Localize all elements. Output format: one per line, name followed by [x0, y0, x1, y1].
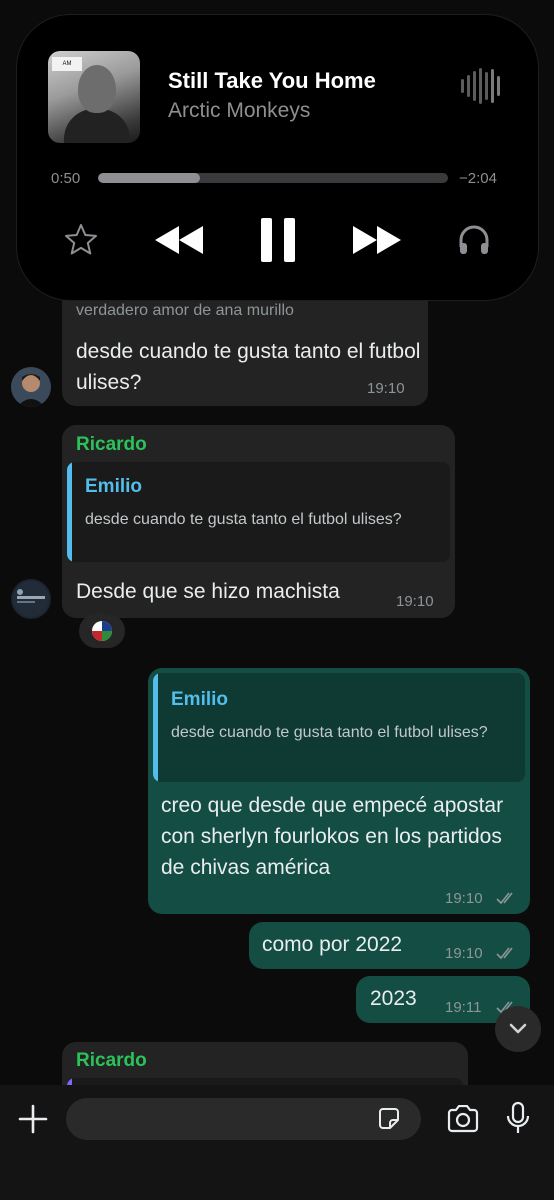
audio-output-button[interactable]: [454, 220, 494, 260]
progress-fill: [98, 173, 200, 183]
message-time: 19:10: [367, 380, 405, 397]
microphone-icon[interactable]: [505, 1101, 531, 1135]
camera-icon[interactable]: [446, 1105, 480, 1133]
star-icon: [65, 224, 97, 255]
sticker-icon[interactable]: [376, 1106, 402, 1132]
song-artist: Arctic Monkeys: [168, 99, 311, 122]
elapsed-time: 0:50: [51, 170, 81, 187]
message-text: 2023: [370, 987, 417, 1010]
scroll-to-bottom-button[interactable]: [495, 1006, 541, 1052]
sender-name: Ricardo: [76, 434, 147, 455]
playback-progress-bar[interactable]: [98, 173, 448, 183]
quote-accent-bar: [153, 673, 158, 782]
rewind-icon: [155, 226, 203, 254]
song-title: Still Take You Home: [168, 68, 376, 93]
quote-sender-name: Emilio: [171, 689, 229, 710]
album-artwork: AM: [48, 51, 140, 143]
album-logo: AM: [52, 57, 82, 71]
message-composer: [0, 1085, 554, 1200]
message-time: 19:11: [445, 999, 482, 1016]
remaining-time: −2:04: [459, 170, 497, 187]
quote-accent-bar: [67, 1078, 72, 1085]
fast-forward-icon: [353, 226, 401, 254]
message-bubble-outgoing[interactable]: como por 2022 19:10: [249, 922, 530, 969]
pause-icon: [261, 218, 295, 262]
avatar[interactable]: [11, 579, 51, 619]
now-playing-island[interactable]: AM Still Take You Home Arctic Monkeys 0:…: [16, 14, 539, 301]
headphones-icon: [459, 225, 489, 254]
quote-text: desde cuando te gusta tanto el futbol ul…: [85, 511, 402, 528]
rewind-button[interactable]: [151, 220, 207, 260]
message-bubble-outgoing[interactable]: Emilio desde cuando te gusta tanto el fu…: [148, 668, 530, 914]
quote-text: desde cuando te gusta tanto el futbol ul…: [171, 724, 488, 741]
message-input[interactable]: [66, 1098, 421, 1140]
quoted-message[interactable]: [67, 1078, 463, 1085]
avatar[interactable]: [11, 367, 51, 407]
read-receipt-icon: [496, 947, 513, 960]
audio-waveform-icon: [461, 68, 501, 104]
message-text: como por 2022: [262, 933, 403, 956]
message-bubble-incoming[interactable]: Ricardo: [62, 1042, 468, 1085]
message-bubble-incoming[interactable]: Ricardo Emilio desde cuando te gusta tan…: [62, 425, 455, 618]
quoted-message[interactable]: Emilio desde cuando te gusta tanto el fu…: [153, 673, 525, 782]
favorite-button[interactable]: [61, 220, 101, 260]
reaction-badge[interactable]: [79, 614, 125, 648]
message-time: 19:10: [445, 890, 483, 907]
plus-icon[interactable]: [16, 1102, 50, 1136]
message-text: Desde que se hizo machista: [76, 580, 340, 603]
forwarded-preview-text: verdadero amor de ana murillo: [76, 302, 294, 319]
read-receipt-icon: [496, 892, 513, 905]
quote-sender-name: Emilio: [85, 476, 143, 497]
message-time: 19:10: [396, 593, 434, 610]
reaction-emoji-icon: [92, 621, 112, 641]
sender-name: Ricardo: [76, 1050, 147, 1071]
quoted-message[interactable]: Emilio desde cuando te gusta tanto el fu…: [67, 462, 450, 562]
chevron-down-icon: [509, 1023, 527, 1034]
pause-button[interactable]: [255, 213, 301, 267]
message-text: creo que desde que empecé apostar con sh…: [161, 794, 504, 879]
fast-forward-button[interactable]: [349, 220, 405, 260]
message-time: 19:10: [445, 945, 483, 962]
quote-accent-bar: [67, 462, 72, 562]
